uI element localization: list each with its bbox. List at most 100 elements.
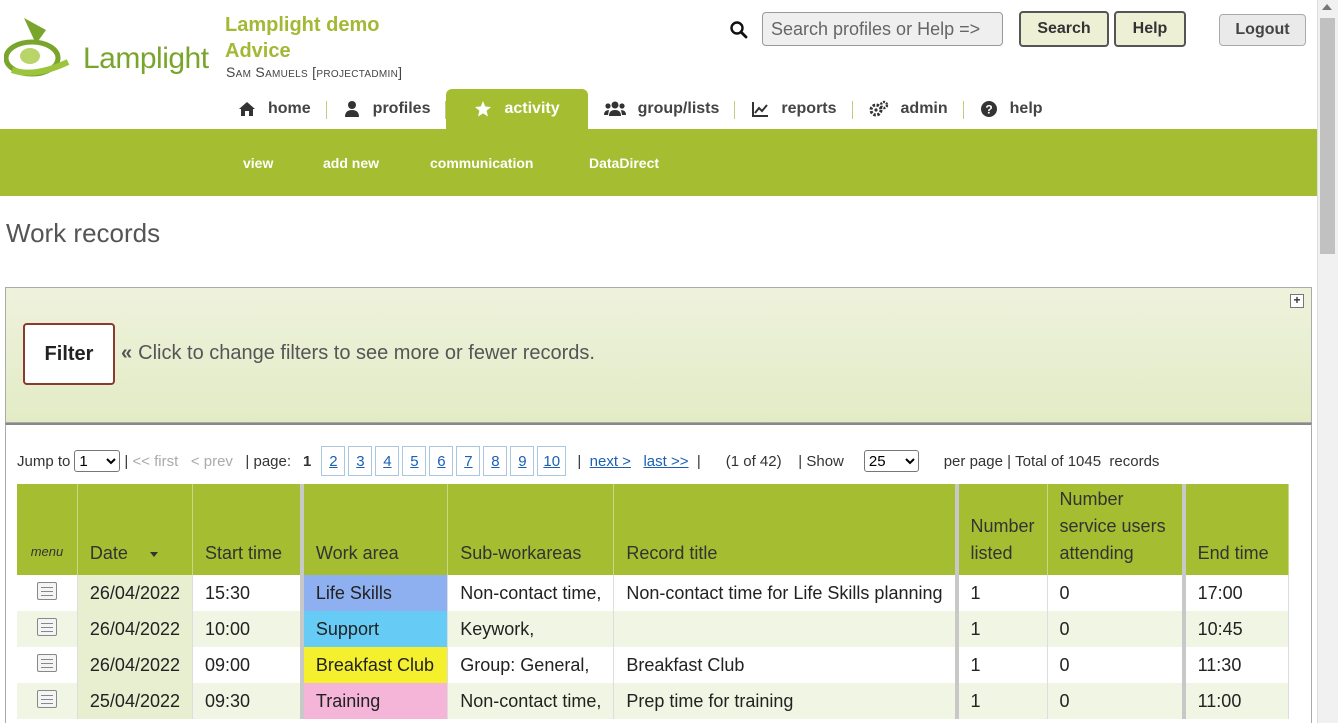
nav-profiles-label: profiles <box>372 100 431 117</box>
col-work-area[interactable]: Work area <box>299 484 449 575</box>
col-sub-workareas[interactable]: Sub-workareas <box>447 484 615 575</box>
jump-select[interactable]: 1 <box>74 450 121 472</box>
scrollbar-thumb[interactable] <box>1320 18 1335 254</box>
filter-button[interactable]: Filter <box>23 323 115 385</box>
col-number-attending[interactable]: Number service users attending <box>1047 484 1185 575</box>
col-number-listed[interactable]: Number listed <box>954 484 1048 575</box>
table-row[interactable]: 26/04/2022 10:00 Support Keywork, 1 0 10:45 <box>17 611 1289 647</box>
pager-sep: | <box>232 452 254 470</box>
row-date: 26/04/2022 <box>77 575 194 611</box>
table-row[interactable]: 25/04/2022 09:30 Training Non-contact time,… <box>17 683 1289 719</box>
row-menu-cell <box>17 683 78 719</box>
nav-profiles[interactable]: profiles <box>327 89 447 129</box>
pager-sep: | <box>569 452 590 470</box>
row-sub-workareas: Non-contact time, <box>447 575 615 611</box>
col-menu: menu <box>17 484 78 575</box>
subnav-add-new[interactable]: add new <box>323 155 379 171</box>
row-start-time: 15:30 <box>192 575 303 611</box>
row-start-time: 09:00 <box>192 647 303 683</box>
site-title-line1: Lamplight demo <box>225 14 380 36</box>
nav-activity[interactable]: activity <box>446 89 588 129</box>
row-record-title <box>613 611 957 647</box>
row-work-area: Support <box>299 611 449 647</box>
page-link-3[interactable]: 3 <box>348 446 373 476</box>
nav-activity-label: activity <box>504 100 560 117</box>
row-menu-icon[interactable] <box>36 653 57 672</box>
filter-expand-button[interactable]: + <box>1290 294 1304 308</box>
page-link-5[interactable]: 5 <box>402 446 427 476</box>
row-sub-workareas: Group: General, <box>447 647 615 683</box>
row-end-time: 10:45 <box>1181 611 1289 647</box>
nav-help[interactable]: ? help <box>964 89 1059 129</box>
page-link-6[interactable]: 6 <box>429 446 454 476</box>
per-page-select[interactable]: 25 <box>863 450 919 472</box>
row-number-attending: 0 <box>1047 647 1185 683</box>
search-input[interactable] <box>762 12 1003 46</box>
row-record-title: Non-contact time for Life Skills plannin… <box>613 575 957 611</box>
current-page: 1 <box>303 452 312 470</box>
row-number-attending: 0 <box>1047 575 1185 611</box>
page-title: Work records <box>6 218 161 248</box>
chart-icon <box>752 102 769 117</box>
row-menu-cell <box>17 611 78 647</box>
row-record-title: Breakfast Club <box>613 647 957 683</box>
question-icon: ? <box>980 101 997 117</box>
table-row[interactable]: 26/04/2022 09:00 Breakfast Club Group: Gene… <box>17 647 1289 683</box>
nav-reports-label: reports <box>781 100 837 117</box>
pager-sep: | <box>781 452 807 470</box>
nav-reports[interactable]: reports <box>735 89 853 129</box>
last-link[interactable]: last >> <box>643 453 688 470</box>
page-link-8[interactable]: 8 <box>483 446 508 476</box>
users-icon <box>603 101 626 116</box>
per-page-label: per page <box>943 452 1003 470</box>
table-row[interactable]: 26/04/2022 15:30 Life Skills Non-contact ti… <box>17 575 1289 611</box>
row-date: 26/04/2022 <box>77 647 194 683</box>
show-label: Show <box>806 452 844 470</box>
col-end-time[interactable]: End time <box>1181 484 1289 575</box>
pager: Jump to 1 | << first < prev | page: 1 2 … <box>17 446 1160 476</box>
first-link[interactable]: << first <box>132 453 178 470</box>
pager-gap <box>178 453 191 470</box>
prev-link[interactable]: < prev <box>191 453 233 470</box>
lamp-logo-icon <box>4 18 70 77</box>
row-menu-icon[interactable] <box>36 689 57 708</box>
scroll-up-arrow-icon[interactable] <box>1322 4 1332 10</box>
col-record-title[interactable]: Record title <box>613 484 957 575</box>
row-menu-icon[interactable] <box>36 581 57 600</box>
logout-button[interactable]: Logout <box>1219 14 1306 46</box>
page-position: (1 of 42) <box>725 452 782 470</box>
page-link-2[interactable]: 2 <box>321 446 346 476</box>
nav-home[interactable]: home <box>222 89 327 129</box>
pager-gap <box>631 453 644 470</box>
double-chevron-left-icon: « <box>121 342 133 364</box>
pager-sep: | <box>1002 452 1016 470</box>
current-user: Sam Samuels [projectadmin] <box>226 64 403 80</box>
next-link[interactable]: next > <box>590 453 631 470</box>
subnav-communication[interactable]: communication <box>430 155 533 171</box>
total-records: Total of 1045 records <box>1015 452 1160 470</box>
page-link-10[interactable]: 10 <box>537 446 567 476</box>
filter-hint-text: Click to change filters to see more or f… <box>138 342 595 364</box>
search-icon <box>730 21 748 39</box>
row-work-area: Breakfast Club <box>299 647 449 683</box>
nav-admin[interactable]: admin <box>853 89 964 129</box>
row-menu-cell <box>17 575 78 611</box>
row-menu-icon[interactable] <box>36 617 57 636</box>
page-link-9[interactable]: 9 <box>510 446 535 476</box>
col-date-label: Date <box>89 543 128 563</box>
nav-group-lists-label: group/lists <box>637 100 720 117</box>
page-link-7[interactable]: 7 <box>456 446 481 476</box>
page-link-4[interactable]: 4 <box>375 446 400 476</box>
subnav-datadirect[interactable]: DataDirect <box>589 155 659 171</box>
row-menu-cell <box>17 647 78 683</box>
row-number-listed: 1 <box>954 683 1048 719</box>
row-start-time: 09:30 <box>192 683 303 719</box>
col-start-time[interactable]: Start time <box>192 484 303 575</box>
table-header-row: menu Date Start time Work area Sub-worka… <box>17 484 1289 575</box>
svg-text:?: ? <box>985 103 992 117</box>
help-button[interactable]: Help <box>1114 11 1186 47</box>
nav-group-lists[interactable]: group/lists <box>588 89 736 129</box>
subnav-view[interactable]: view <box>243 155 273 171</box>
search-button[interactable]: Search <box>1019 11 1109 47</box>
col-date[interactable]: Date <box>77 484 194 575</box>
